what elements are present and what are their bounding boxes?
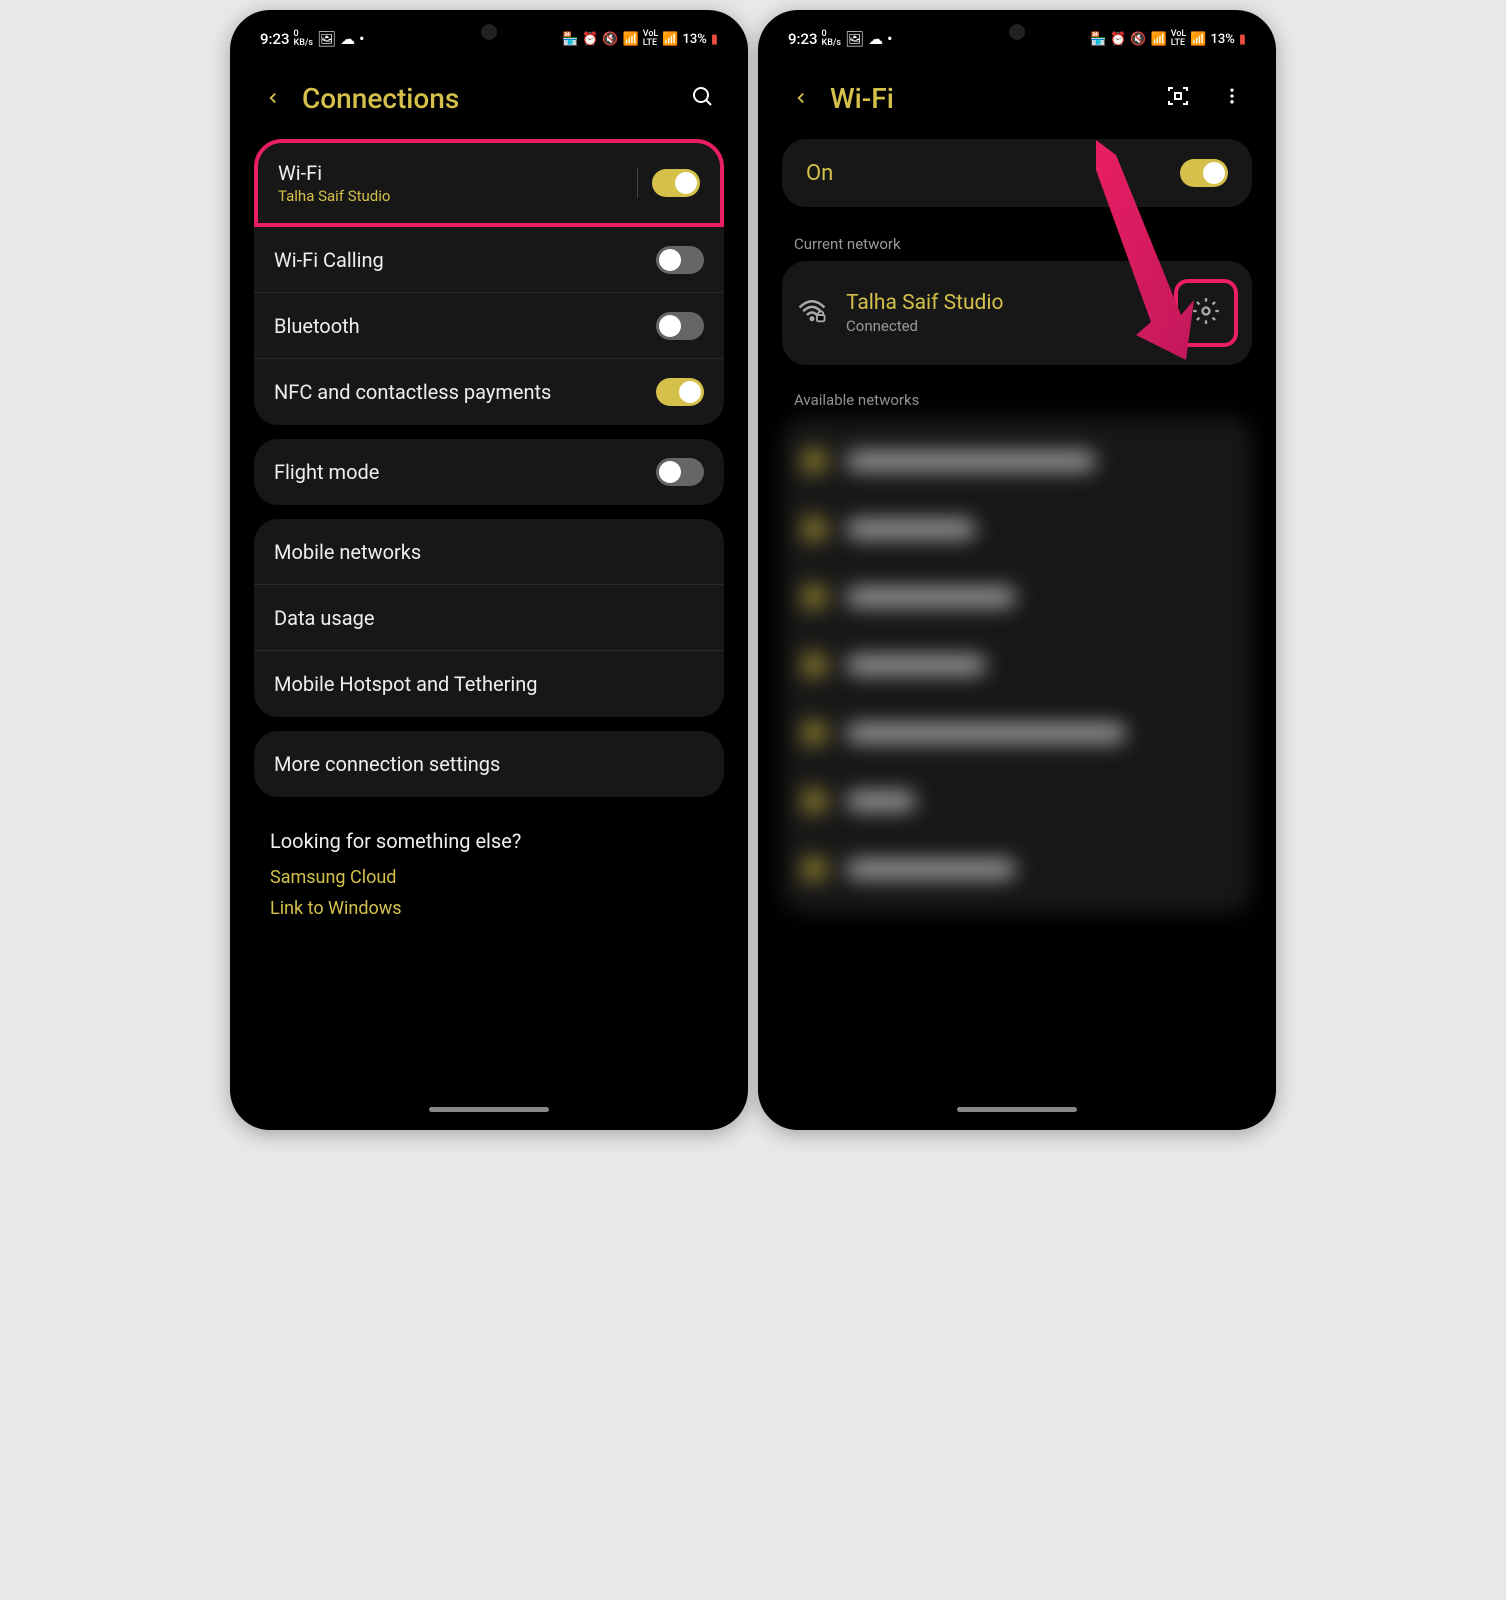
battery-text: 13% — [682, 32, 706, 47]
network-name: Talha Saif Studio — [846, 291, 1156, 315]
qr-scan-icon[interactable] — [1166, 84, 1190, 114]
current-network-label: Current network — [768, 229, 1266, 261]
on-label: On — [806, 161, 1180, 186]
status-time: 9:23 — [788, 30, 818, 48]
wifi-on-row[interactable]: On — [782, 139, 1252, 207]
more-row[interactable]: More connection settings — [254, 731, 724, 797]
more-card: More connection settings — [254, 731, 724, 797]
current-network-row[interactable]: Talha Saif Studio Connected — [782, 261, 1252, 365]
footer-section: Looking for something else? Samsung Clou… — [240, 811, 738, 937]
current-network-card: Talha Saif Studio Connected — [782, 261, 1252, 365]
battery-text: 13% — [1210, 32, 1234, 47]
battery-icon: ▮ — [1239, 32, 1246, 47]
nav-bar[interactable] — [957, 1107, 1077, 1112]
available-networks-label: Available networks — [768, 385, 1266, 417]
signal-icon: 📶 — [662, 32, 678, 47]
footer-link-link-to-windows[interactable]: Link to Windows — [270, 898, 708, 919]
phone-left: 9:23 0KB/s 🖼 ☁ • 🏪 ⏰ 🔇 📶 VoLLTE 📶 13% ▮ — [230, 10, 748, 1130]
alarm-icon: ⏰ — [582, 32, 598, 47]
page-title: Wi-Fi — [830, 82, 1134, 115]
footer-link-samsung-cloud[interactable]: Samsung Cloud — [270, 867, 708, 888]
wifi-secure-icon — [796, 295, 828, 331]
back-icon[interactable] — [792, 85, 810, 113]
wifi-calling-row[interactable]: Wi-Fi Calling — [254, 227, 724, 293]
signal-icon: 📶 — [1190, 32, 1206, 47]
screen-wifi: 9:23 0KB/s 🖼 ☁ • 🏪 ⏰ 🔇 📶 VoLLTE 📶 13% ▮ — [768, 20, 1266, 1120]
bluetooth-row[interactable]: Bluetooth — [254, 293, 724, 359]
wifi-sublabel: Talha Saif Studio — [278, 187, 637, 205]
divider — [637, 168, 638, 198]
mute-icon: 🔇 — [1130, 32, 1146, 47]
available-networks-blurred — [782, 417, 1252, 913]
mobile-networks-label: Mobile networks — [274, 540, 421, 564]
connections-card-1: Wi-Fi Calling Bluetooth NFC and contactl… — [254, 227, 724, 425]
hotspot-row[interactable]: Mobile Hotspot and Tethering — [254, 651, 724, 717]
nav-bar[interactable] — [429, 1107, 549, 1112]
search-icon[interactable] — [690, 84, 714, 114]
wifi-label: Wi-Fi — [278, 161, 637, 185]
nfc-label: NFC and contactless payments — [274, 380, 656, 404]
data-usage-row[interactable]: Data usage — [254, 585, 724, 651]
flight-label: Flight mode — [274, 460, 656, 484]
phone-right: 9:23 0KB/s 🖼 ☁ • 🏪 ⏰ 🔇 📶 VoLLTE 📶 13% ▮ — [758, 10, 1276, 1130]
wifi-status-icon: 📶 — [1151, 32, 1167, 47]
back-icon[interactable] — [264, 85, 282, 113]
wifi-row-highlighted[interactable]: Wi-Fi Talha Saif Studio — [254, 139, 724, 227]
status-speed: 0KB/s — [294, 30, 314, 48]
status-time: 9:23 — [260, 30, 290, 48]
network-card: Mobile networks Data usage Mobile Hotspo… — [254, 519, 724, 717]
mobile-networks-row[interactable]: Mobile networks — [254, 519, 724, 585]
flight-row[interactable]: Flight mode — [254, 439, 724, 505]
status-speed: 0KB/s — [822, 30, 842, 48]
alarm-icon: ⏰ — [1110, 32, 1126, 47]
dot-icon: • — [359, 30, 364, 48]
camera-notch — [481, 24, 497, 40]
wifi-status-icon: 📶 — [623, 32, 639, 47]
bluetooth-toggle[interactable] — [656, 312, 704, 340]
store-icon: 🏪 — [562, 32, 578, 47]
battery-icon: ▮ — [711, 32, 718, 47]
gear-icon — [1192, 297, 1220, 325]
page-title: Connections — [302, 82, 658, 115]
more-icon[interactable] — [1222, 86, 1242, 112]
cloud-icon: ☁ — [340, 30, 355, 48]
flight-card: Flight mode — [254, 439, 724, 505]
screen-connections: 9:23 0KB/s 🖼 ☁ • 🏪 ⏰ 🔇 📶 VoLLTE 📶 13% ▮ — [240, 20, 738, 1120]
lte-icon: VoLLTE — [643, 30, 659, 48]
camera-notch — [1009, 24, 1025, 40]
more-label: More connection settings — [274, 752, 500, 776]
header: Connections — [240, 52, 738, 139]
header: Wi-Fi — [768, 52, 1266, 139]
footer-heading: Looking for something else? — [270, 829, 708, 853]
bluetooth-label: Bluetooth — [274, 314, 656, 338]
mute-icon: 🔇 — [602, 32, 618, 47]
network-settings-button[interactable] — [1174, 279, 1238, 347]
data-usage-label: Data usage — [274, 606, 374, 630]
wifi-toggle[interactable] — [652, 169, 700, 197]
cloud-icon: ☁ — [868, 30, 883, 48]
network-status: Connected — [846, 317, 1156, 335]
nfc-toggle[interactable] — [656, 378, 704, 406]
wifi-calling-label: Wi-Fi Calling — [274, 248, 656, 272]
wifi-calling-toggle[interactable] — [656, 246, 704, 274]
dot-icon: • — [887, 30, 892, 48]
wifi-master-toggle[interactable] — [1180, 159, 1228, 187]
hotspot-label: Mobile Hotspot and Tethering — [274, 672, 538, 696]
flight-toggle[interactable] — [656, 458, 704, 486]
gallery-icon: 🖼 — [317, 30, 336, 48]
lte-icon: VoLLTE — [1171, 30, 1187, 48]
nfc-row[interactable]: NFC and contactless payments — [254, 359, 724, 425]
store-icon: 🏪 — [1090, 32, 1106, 47]
gallery-icon: 🖼 — [845, 30, 864, 48]
